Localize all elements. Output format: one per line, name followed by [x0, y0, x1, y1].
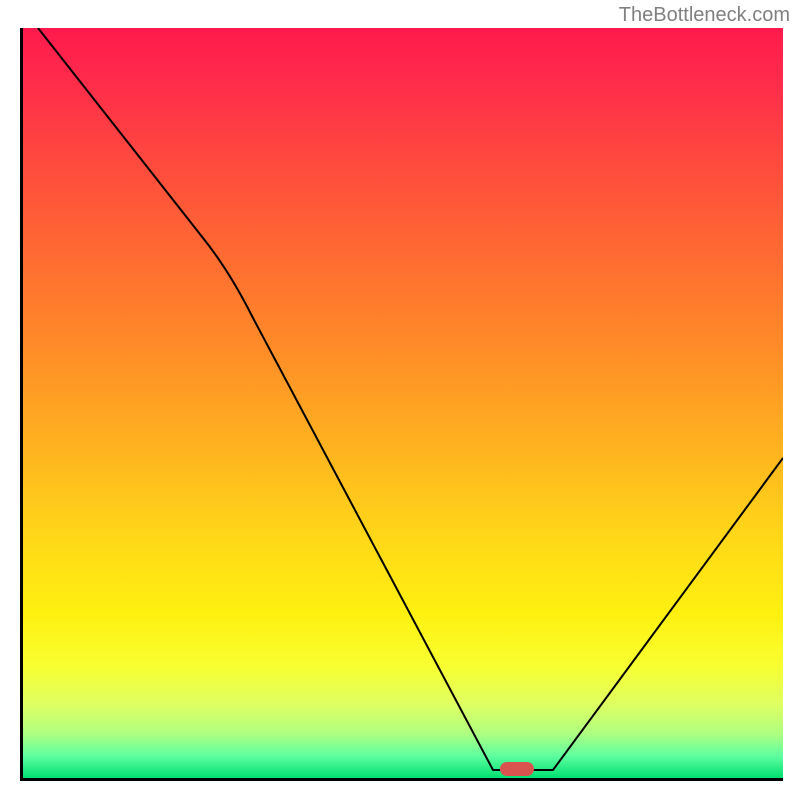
attribution-label: TheBottleneck.com — [619, 4, 790, 27]
chart-container: TheBottleneck.com — [0, 0, 800, 800]
chart-plot-area — [20, 28, 783, 781]
bottleneck-curve — [38, 28, 783, 770]
curve-svg — [23, 28, 783, 778]
optimal-marker — [500, 762, 534, 776]
